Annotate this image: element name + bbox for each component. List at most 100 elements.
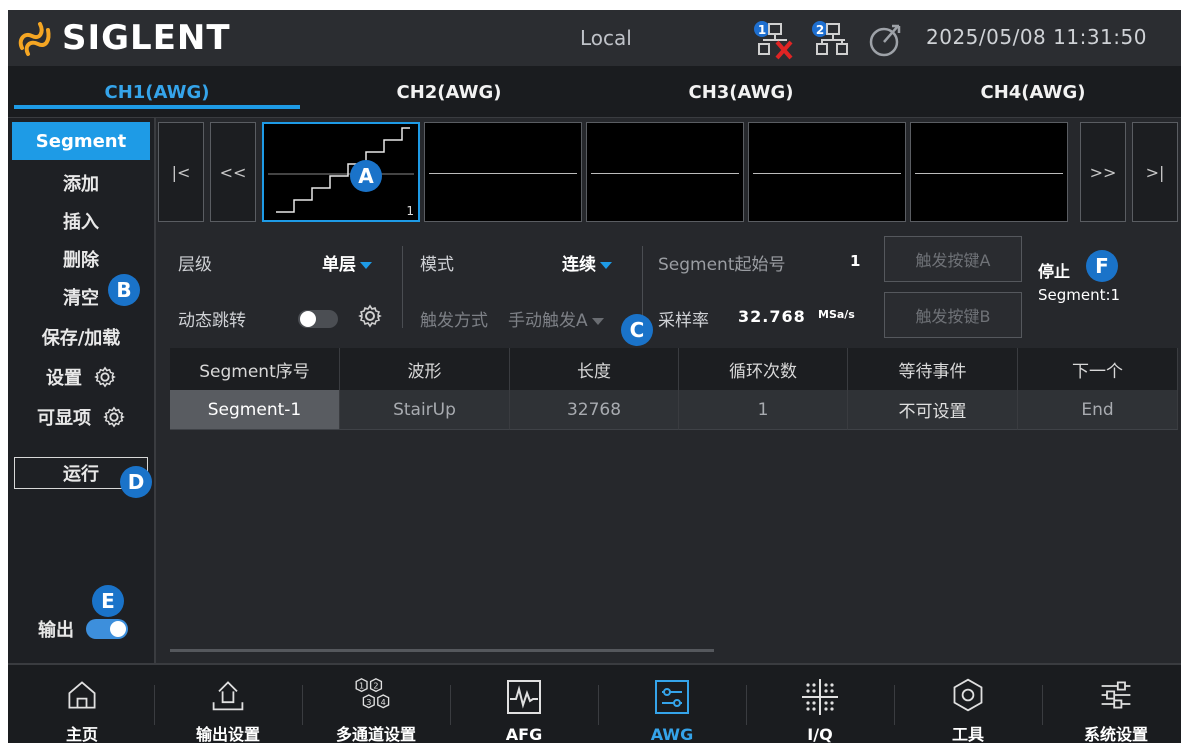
tools-icon: [953, 678, 983, 712]
marker-f: F: [1086, 250, 1118, 282]
segment-thumbnail-empty[interactable]: [748, 122, 906, 222]
segment-controls: 层级 单层 模式 连续 Segment起始号 1 动态跳转 触发方式 手动触发A…: [156, 226, 1181, 338]
nav-output-settings[interactable]: 输出设置: [154, 665, 302, 743]
siglent-logo-icon: [18, 22, 51, 56]
mode-label: 模式: [420, 255, 454, 275]
menu-delete[interactable]: 删除: [12, 240, 150, 278]
col-header-loops: 循环次数: [679, 348, 848, 390]
awg-icon: [655, 680, 689, 714]
col-header-index: Segment序号: [170, 348, 340, 390]
bottom-nav-bar: 主页 输出设置 1 2 3 4 多通道设置 AFG AWG I/Q 工具 系统设…: [8, 663, 1181, 743]
marker-c: C: [621, 314, 653, 346]
gear-icon[interactable]: [358, 304, 382, 328]
remote-status-label: Local: [580, 26, 632, 50]
nav-iq[interactable]: I/Q: [746, 665, 894, 743]
nav-system-settings-label: 系统设置: [1083, 725, 1148, 743]
network-icon: 2: [812, 21, 848, 55]
prev-page-button[interactable]: <<: [210, 122, 256, 222]
output-label: 输出: [38, 620, 74, 641]
menu-visible-items[interactable]: 可显项: [12, 398, 150, 436]
menu-insert[interactable]: 插入: [12, 202, 150, 240]
nav-tools-label: 工具: [951, 725, 984, 743]
output-toggle[interactable]: [86, 619, 128, 639]
col-header-length: 长度: [510, 348, 679, 390]
network-1-disconnected-icon[interactable]: 1: [753, 20, 795, 60]
table-header-row: Segment序号 波形 长度 循环次数 等待事件 下一个: [170, 348, 1178, 390]
segment-thumbnail-empty[interactable]: [424, 122, 582, 222]
nav-output-settings-label: 输出设置: [195, 725, 260, 743]
date-time: 2025/05/08 11:31:50: [926, 25, 1147, 49]
current-segment-label: Segment:1: [1038, 286, 1121, 304]
svg-text:3: 3: [366, 697, 371, 707]
dynamic-jump-label: 动态跳转: [178, 311, 246, 331]
sample-rate-value[interactable]: 32.768: [738, 307, 806, 326]
segment-thumbnail-1[interactable]: 1: [262, 122, 420, 222]
network-2-icon[interactable]: 2: [811, 20, 853, 60]
cell-index[interactable]: Segment-1: [170, 390, 340, 430]
trigger-a-button[interactable]: 触发按键A: [884, 236, 1022, 282]
cell-next[interactable]: End: [1018, 390, 1178, 430]
home-icon: [68, 681, 96, 709]
trigger-mode-dropdown[interactable]: 手动触发A: [508, 306, 604, 331]
segment-thumbnail-empty[interactable]: [910, 122, 1068, 222]
nav-tools[interactable]: 工具: [894, 665, 1042, 743]
segment-table: Segment序号 波形 长度 循环次数 等待事件 下一个 Segment-1 …: [170, 348, 1178, 432]
tab-ch3[interactable]: CH3(AWG): [596, 66, 886, 118]
level-label: 层级: [178, 255, 212, 275]
horizontal-scrollbar[interactable]: [170, 649, 714, 652]
menu-visible-label: 可显项: [37, 408, 91, 429]
marker-d: D: [120, 466, 152, 498]
menu-settings[interactable]: 设置: [12, 358, 150, 396]
nav-afg-label: AFG: [505, 725, 543, 743]
nav-afg[interactable]: AFG: [450, 665, 598, 743]
chevron-down-icon: [600, 261, 612, 269]
stair-up-waveform: [268, 127, 414, 213]
cell-length[interactable]: 32768: [510, 390, 679, 430]
cell-loops[interactable]: 1: [679, 390, 848, 430]
gear-icon: [103, 406, 125, 428]
mode-value: 连续: [562, 255, 596, 275]
top-status-bar: SIGLENT Local 1 2 2025/05/08 11:31:50: [8, 10, 1181, 66]
trigger-b-button[interactable]: 触发按键B: [884, 292, 1022, 338]
system-settings-icon: [1101, 681, 1131, 709]
chevron-down-icon: [591, 317, 604, 325]
menu-segment[interactable]: Segment: [12, 122, 150, 160]
nav-home[interactable]: 主页: [8, 665, 156, 743]
menu-save-load[interactable]: 保存/加载: [12, 318, 150, 356]
cell-waveform[interactable]: StairUp: [340, 390, 510, 430]
sample-rate-label: 采样率: [658, 311, 709, 331]
thumbnail-number: 1: [406, 204, 414, 218]
marker-a: A: [350, 160, 382, 192]
dynamic-jump-toggle[interactable]: [298, 310, 338, 328]
gear-icon: [94, 366, 116, 388]
brand-name: SIGLENT: [62, 18, 231, 58]
siglent-logo: SIGLENT: [14, 16, 231, 60]
chevron-down-icon: [360, 261, 372, 269]
cell-wait-event[interactable]: 不可设置: [848, 390, 1018, 430]
nav-home-label: 主页: [65, 725, 98, 743]
segment-start-label: Segment起始号: [658, 255, 786, 275]
active-tab-indicator: [14, 105, 300, 109]
first-segment-button[interactable]: |<: [158, 122, 204, 222]
nav-multichannel[interactable]: 1 2 3 4 多通道设置: [302, 665, 450, 743]
tab-ch2[interactable]: CH2(AWG): [304, 66, 594, 118]
network-icon: 1: [754, 21, 793, 60]
table-row[interactable]: Segment-1 StairUp 32768 1 不可设置 End: [170, 390, 1178, 432]
segment-thumbnail-empty[interactable]: [586, 122, 744, 222]
level-dropdown[interactable]: 单层: [322, 250, 372, 275]
tab-ch4[interactable]: CH4(AWG): [888, 66, 1178, 118]
nav-awg[interactable]: AWG: [598, 665, 746, 743]
sample-rate-unit: MSa/s: [818, 308, 855, 321]
menu-add[interactable]: 添加: [12, 164, 150, 202]
trigger-mode-value: 手动触发A: [508, 311, 588, 331]
segment-start-value[interactable]: 1: [850, 252, 860, 270]
net2-badge: 2: [816, 23, 824, 37]
output-control: 输出: [38, 616, 128, 642]
tab-ch1[interactable]: CH1(AWG): [12, 66, 302, 118]
nav-system-settings[interactable]: 系统设置: [1042, 665, 1181, 743]
marker-e: E: [92, 585, 124, 617]
next-page-button[interactable]: >>: [1080, 122, 1126, 222]
external-clock-icon[interactable]: [868, 22, 904, 58]
last-segment-button[interactable]: >|: [1132, 122, 1178, 222]
mode-dropdown[interactable]: 连续: [562, 250, 612, 275]
